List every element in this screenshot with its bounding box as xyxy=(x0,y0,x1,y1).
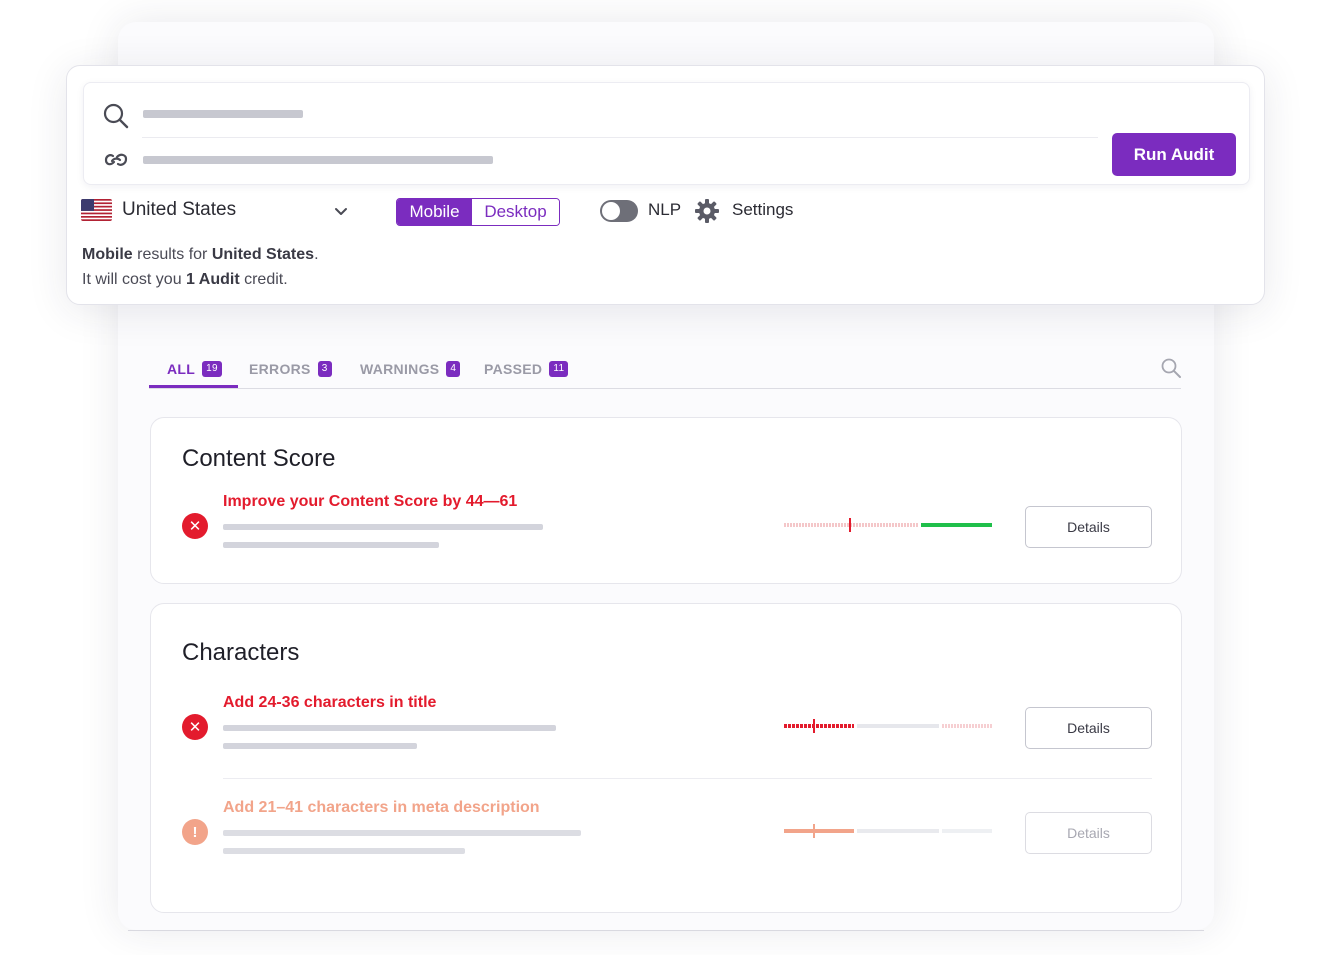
search-icon xyxy=(103,103,129,129)
score-gauge xyxy=(784,518,992,532)
item-title: Add 21–41 characters in meta description xyxy=(223,799,540,816)
warning-icon: ! xyxy=(182,819,208,845)
error-icon: ✕ xyxy=(182,513,208,539)
nlp-switch[interactable] xyxy=(600,200,638,222)
country-select[interactable]: United States xyxy=(122,199,236,221)
audit-panel: Run Audit United States Mobile Desktop N… xyxy=(66,65,1265,305)
info-middle: results for xyxy=(132,246,212,263)
url-input[interactable] xyxy=(143,156,493,164)
count-badge: 19 xyxy=(202,361,222,377)
active-tab-indicator xyxy=(149,385,238,388)
count-badge: 3 xyxy=(317,361,332,377)
item-description-placeholder xyxy=(223,524,543,530)
settings-link[interactable]: Settings xyxy=(732,200,793,220)
details-button[interactable]: Details xyxy=(1025,707,1152,749)
item-description-placeholder xyxy=(223,725,556,731)
tab-label: PASSED xyxy=(484,361,543,377)
character-gauge xyxy=(784,824,992,838)
tab-all[interactable]: ALL 19 xyxy=(167,361,222,377)
audit-options: United States Mobile Desktop NLP Setting… xyxy=(81,198,1241,227)
nlp-label: NLP xyxy=(648,200,682,219)
item-description-placeholder xyxy=(223,830,581,836)
audit-result-info: Mobile results for United States. It wil… xyxy=(82,242,319,292)
tab-passed[interactable]: PASSED 11 xyxy=(484,361,569,377)
tab-errors[interactable]: ERRORS 3 xyxy=(249,361,332,377)
chevron-down-icon[interactable] xyxy=(333,203,349,219)
content-score-card: Content Score ✕ Improve your Content Sco… xyxy=(150,417,1182,584)
details-button[interactable]: Details xyxy=(1025,506,1152,548)
tab-label: ALL xyxy=(167,361,196,377)
count-badge: 11 xyxy=(549,361,569,377)
count-badge: 4 xyxy=(446,361,461,377)
section-title: Content Score xyxy=(182,445,336,472)
switch-knob xyxy=(602,202,620,220)
item-description-placeholder xyxy=(223,743,417,749)
tab-warnings[interactable]: WARNINGS 4 xyxy=(360,361,461,377)
info-end: . xyxy=(314,246,319,263)
info-cost-prefix: It will cost you xyxy=(82,271,187,288)
tab-label: ERRORS xyxy=(249,361,311,377)
divider xyxy=(128,930,1204,931)
gear-icon[interactable] xyxy=(694,198,720,224)
info-cost-suffix: credit. xyxy=(239,271,288,288)
item-title: Improve your Content Score by 44—61 xyxy=(223,493,518,510)
device-toggle: Mobile Desktop xyxy=(396,198,560,226)
row-divider xyxy=(223,778,1152,779)
item-description-placeholder xyxy=(223,542,439,548)
section-title: Characters xyxy=(182,639,300,666)
us-flag-icon xyxy=(81,199,112,221)
mobile-option[interactable]: Mobile xyxy=(397,199,472,225)
item-description-placeholder xyxy=(223,848,465,854)
characters-card: Characters ✕ Add 24-36 characters in tit… xyxy=(150,603,1182,913)
link-icon xyxy=(104,153,128,166)
info-country: United States xyxy=(211,246,315,263)
info-device: Mobile xyxy=(82,246,133,263)
input-divider xyxy=(142,137,1098,138)
tab-label: WARNINGS xyxy=(360,361,440,377)
keyword-input[interactable] xyxy=(143,110,303,118)
run-audit-button[interactable]: Run Audit xyxy=(1112,133,1236,176)
search-icon[interactable] xyxy=(1160,357,1182,379)
audit-input-box: Run Audit xyxy=(83,82,1250,185)
info-cost: 1 Audit xyxy=(186,271,240,288)
character-gauge xyxy=(784,719,992,733)
error-icon: ✕ xyxy=(182,714,208,740)
results-tabs: ALL 19 ERRORS 3 WARNINGS 4 PASSED 11 xyxy=(149,355,1181,389)
desktop-option[interactable]: Desktop xyxy=(472,199,559,225)
details-button[interactable]: Details xyxy=(1025,812,1152,854)
item-title: Add 24-36 characters in title xyxy=(223,694,437,711)
